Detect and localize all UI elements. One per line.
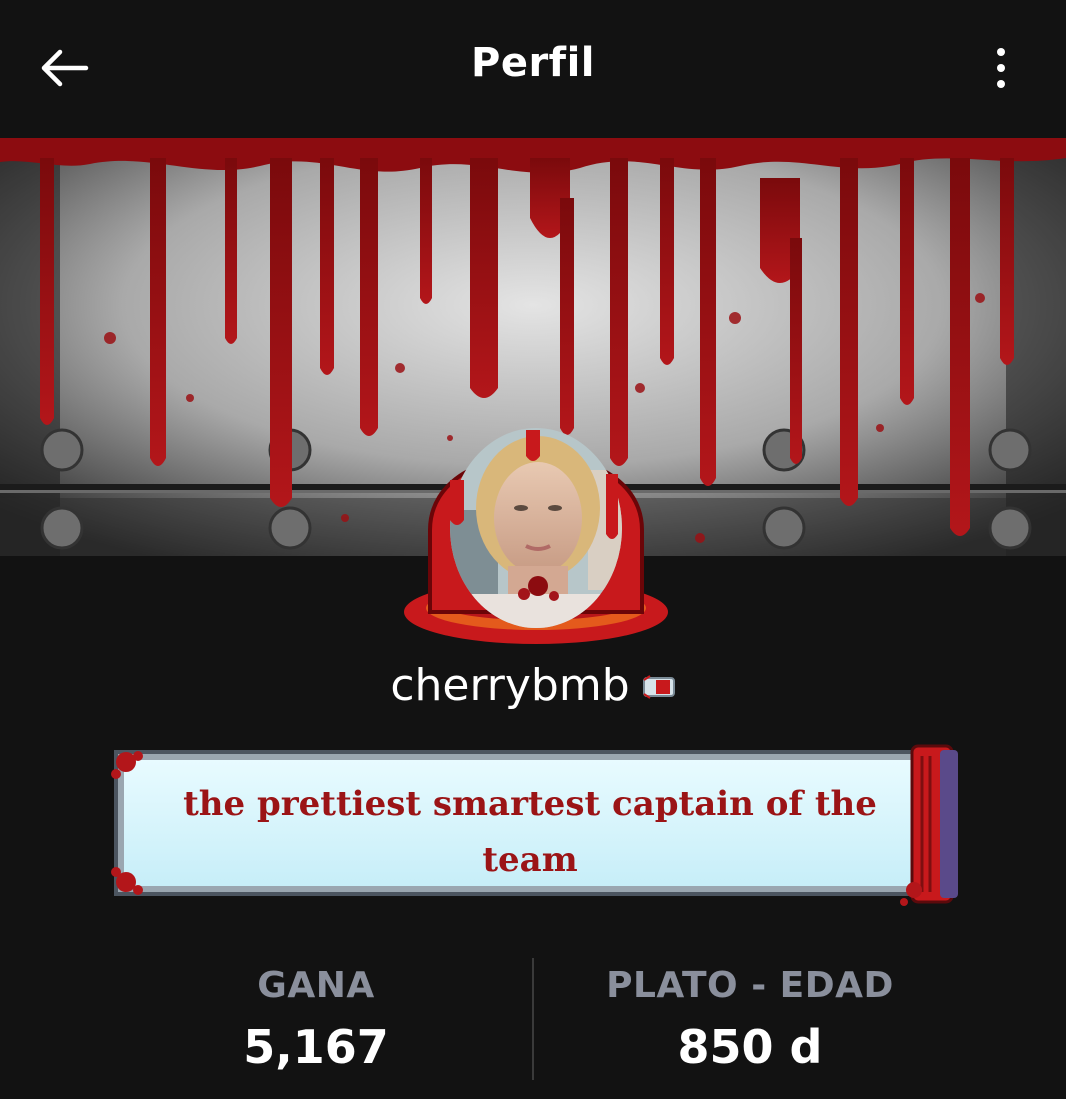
- stat-platinum-age-value: 850 d: [677, 1020, 823, 1074]
- stats-section: GANA 5,167 PLATO - EDAD 850 d: [0, 956, 1066, 1082]
- stat-wins: GANA 5,167: [106, 956, 526, 1078]
- more-options-button[interactable]: [978, 38, 1024, 98]
- bio-text: the prettiest smartest captain of the te…: [183, 784, 877, 880]
- stat-platinum-age: PLATO - EDAD 850 d: [540, 956, 960, 1078]
- avatar[interactable]: [398, 390, 674, 650]
- stat-platinum-age-label: PLATO - EDAD: [606, 965, 894, 1006]
- page-title: Perfil: [471, 40, 595, 86]
- stat-wins-value: 5,167: [243, 1020, 389, 1074]
- username-row: cherrybmb: [0, 652, 1066, 718]
- more-vertical-icon: [997, 48, 1005, 88]
- avatar-frame: [404, 428, 668, 644]
- level-badge-icon: [642, 675, 675, 699]
- stat-wins-label: GANA: [257, 965, 375, 1006]
- stats-divider: [532, 958, 534, 1080]
- app-header: Perfil: [0, 0, 1066, 138]
- username: cherrybmb: [390, 659, 630, 711]
